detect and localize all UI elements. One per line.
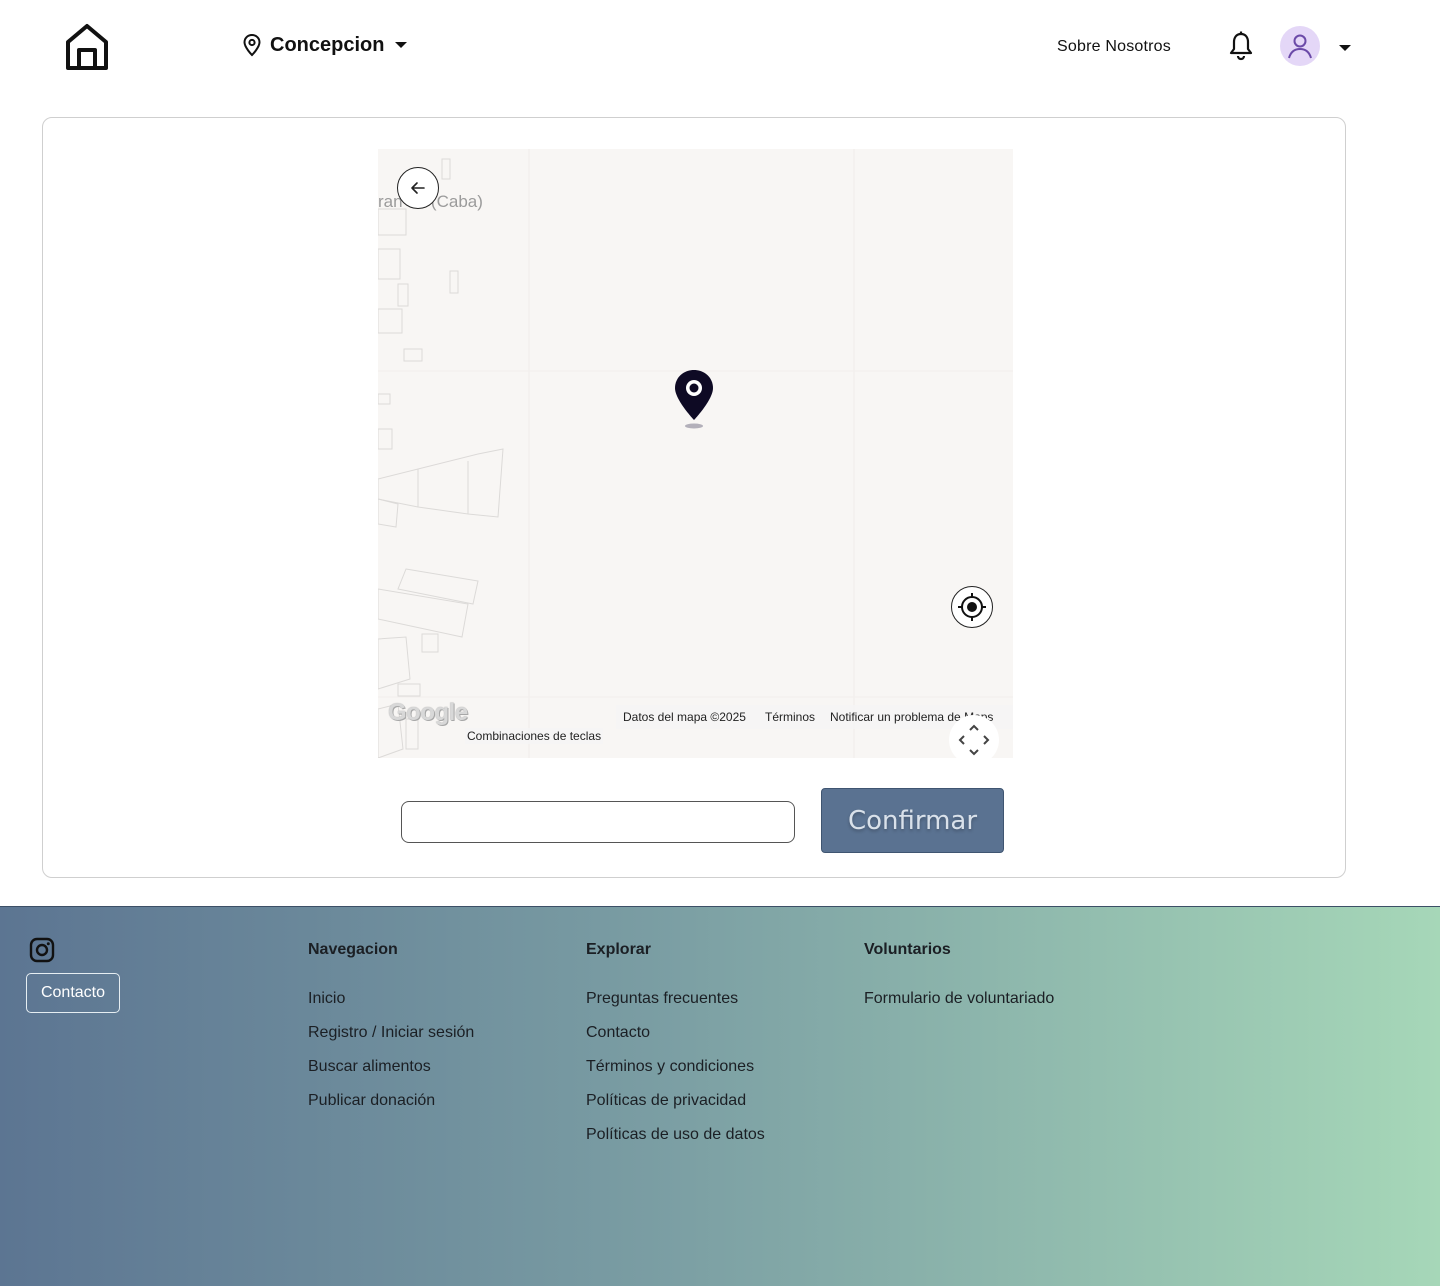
footer-link-buscar-alimentos[interactable]: Buscar alimentos [308, 1058, 474, 1077]
keyboard-shortcuts-link[interactable]: Combinaciones de teclas [465, 728, 604, 744]
bell-icon[interactable] [1228, 31, 1254, 61]
footer-column-explorar: Explorar Preguntas frecuentes Contacto T… [586, 941, 765, 1160]
arrow-left-icon [411, 182, 425, 194]
footer-link-registro[interactable]: Registro / Iniciar sesión [308, 1024, 474, 1043]
location-marker-icon[interactable] [672, 368, 718, 430]
footer-column-voluntarios: Voluntarios Formulario de voluntariado [864, 941, 1054, 1024]
footer-column-navigation: Navegacion Inicio Registro / Iniciar ses… [308, 941, 474, 1126]
map-view[interactable]: ran 38 (Caba) Google Datos del map [378, 149, 1013, 758]
map-data-attribution: Datos del mapa ©2025 [623, 710, 746, 724]
footer-link-terminos[interactable]: Términos y condiciones [586, 1058, 765, 1077]
footer-link-publicar-donacion[interactable]: Publicar donación [308, 1092, 474, 1111]
address-input[interactable] [401, 801, 795, 843]
back-button[interactable] [397, 167, 439, 209]
user-avatar[interactable] [1280, 26, 1320, 66]
footer-column-title: Voluntarios [864, 941, 951, 958]
footer: Contacto Navegacion Inicio Registro / In… [0, 906, 1440, 1286]
location-city-label: Concepcion [270, 33, 385, 56]
user-icon [1288, 34, 1312, 59]
footer-link-contacto[interactable]: Contacto [586, 1024, 765, 1043]
footer-contact-button[interactable]: Contacto [26, 973, 120, 1013]
camera-control-button[interactable] [949, 715, 999, 758]
footer-link-inicio[interactable]: Inicio [308, 990, 474, 1009]
instagram-icon[interactable] [29, 937, 55, 963]
confirm-button[interactable]: Confirmar [821, 788, 1004, 853]
location-picker-card: ran 38 (Caba) Google Datos del map [42, 117, 1346, 878]
move-icon [958, 724, 990, 756]
about-us-link[interactable]: Sobre Nosotros [1057, 38, 1171, 56]
footer-link-uso-datos[interactable]: Políticas de uso de datos [586, 1126, 765, 1145]
location-selector[interactable]: Concepcion [242, 30, 408, 60]
footer-column-title: Explorar [586, 941, 651, 958]
map-pin-icon [243, 33, 261, 57]
google-logo: Google [388, 699, 468, 726]
chevron-down-icon [395, 42, 408, 48]
crosshair-icon [958, 593, 986, 621]
footer-link-faq[interactable]: Preguntas frecuentes [586, 990, 765, 1009]
footer-link-privacidad[interactable]: Políticas de privacidad [586, 1092, 765, 1111]
map-terms-link[interactable]: Términos [765, 710, 815, 724]
footer-link-voluntariado[interactable]: Formulario de voluntariado [864, 990, 1054, 1009]
chevron-down-icon[interactable] [1338, 44, 1352, 52]
footer-column-title: Navegacion [308, 941, 398, 958]
map-tiles [378, 149, 1013, 758]
my-location-button[interactable] [951, 586, 993, 628]
home-icon[interactable] [64, 22, 110, 72]
top-navbar: Concepcion Sobre Nosotros [0, 0, 1440, 95]
